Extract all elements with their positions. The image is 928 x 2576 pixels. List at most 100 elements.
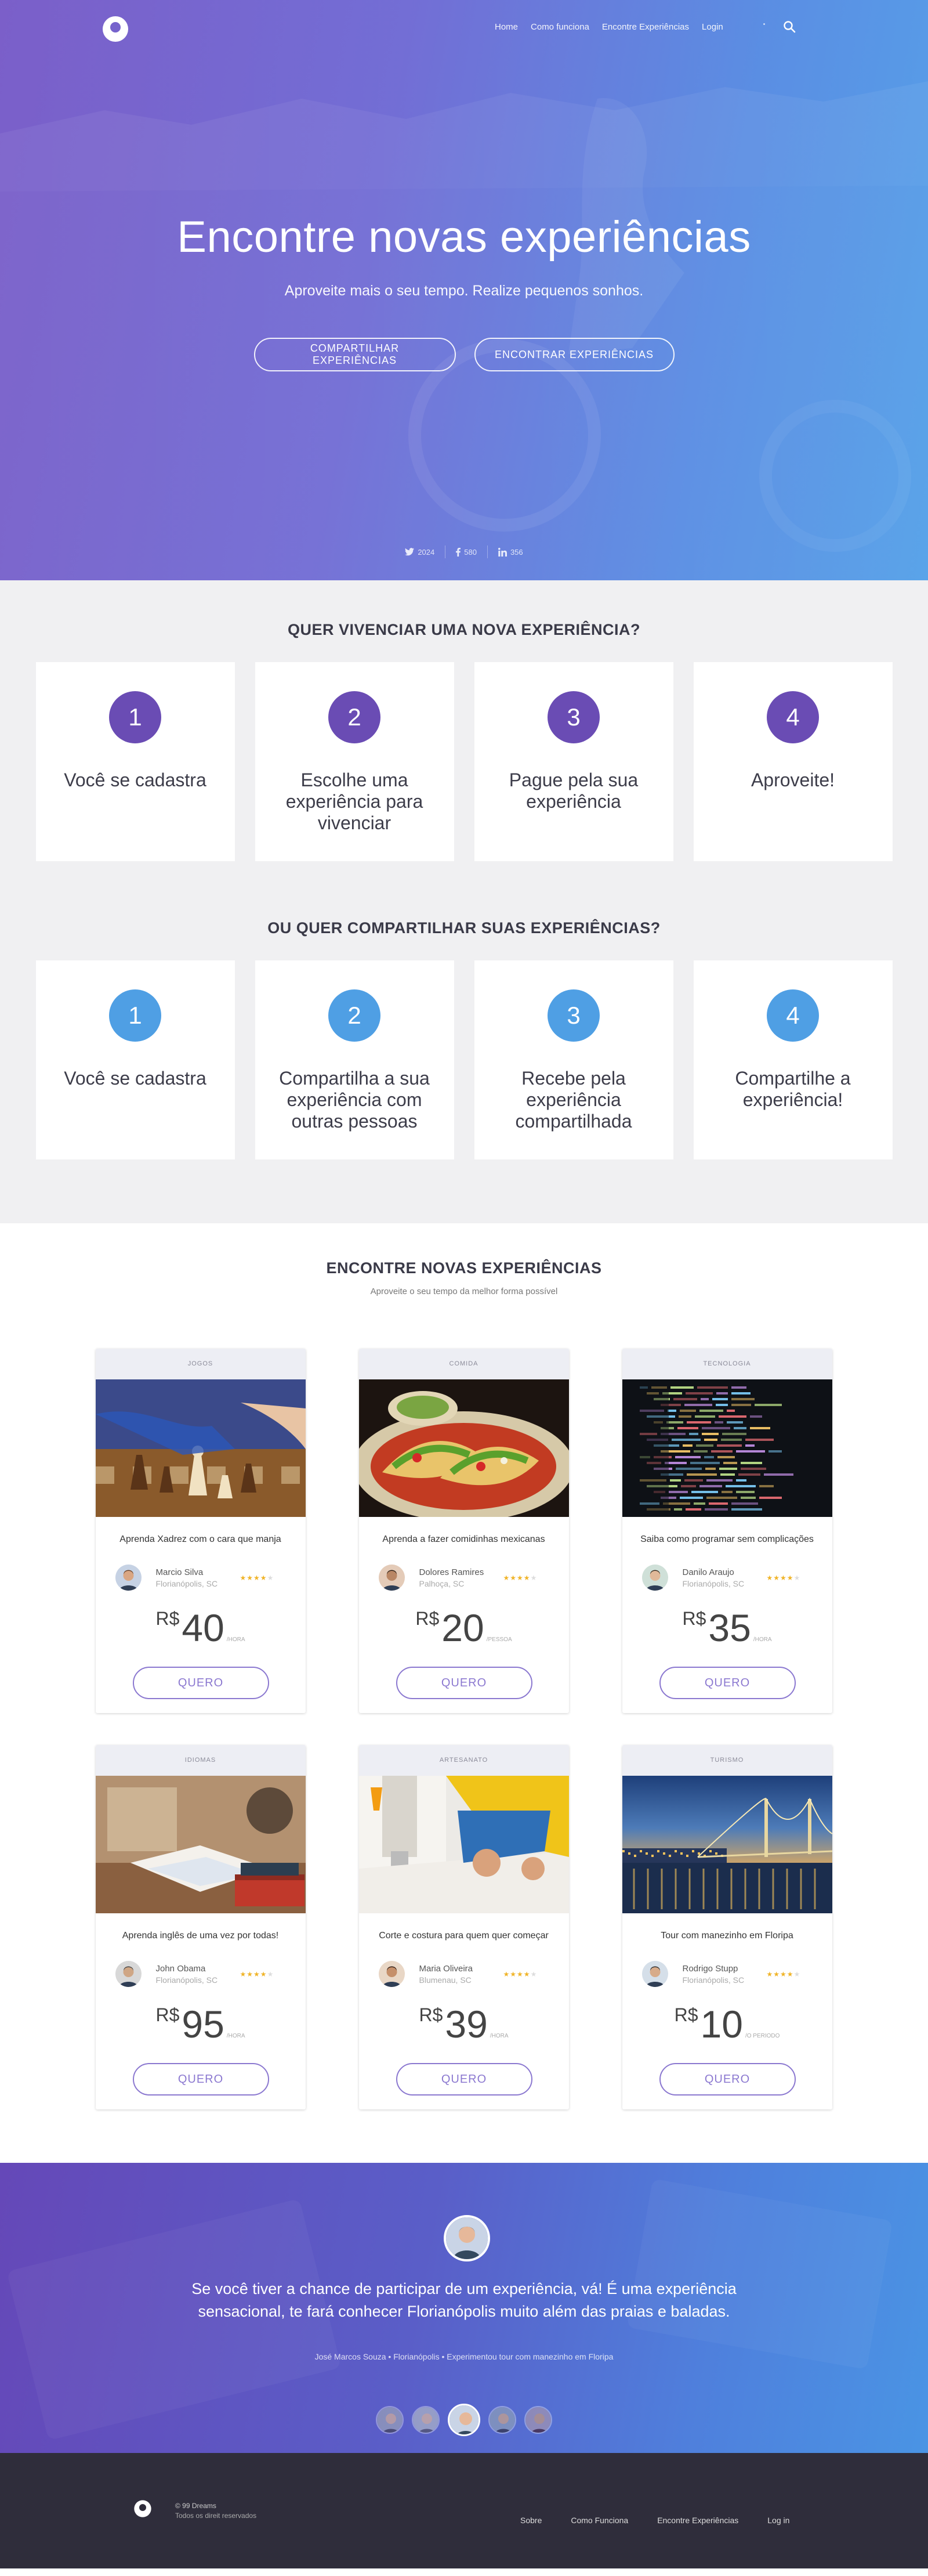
host-city: Palhoça, SC: [419, 1578, 465, 1588]
host-avatar[interactable]: [115, 1565, 142, 1591]
star-icon: ★: [793, 1970, 801, 1978]
experience-category: TURISMO: [622, 1745, 832, 1776]
want-button[interactable]: QUERO: [659, 2063, 796, 2096]
live-step-card: 1 Você se cadastra: [35, 662, 235, 861]
host-avatar[interactable]: [641, 1565, 668, 1591]
nav-home-link[interactable]: Home: [495, 22, 518, 32]
star-icon: ★: [517, 1970, 524, 1978]
testimonial-meta: José Marcos Souza • Florianópolis • Expe…: [314, 2352, 614, 2361]
host-avatar[interactable]: [378, 1565, 405, 1591]
want-button[interactable]: QUERO: [659, 1667, 796, 1699]
host-name[interactable]: Danilo Araujo: [683, 1567, 767, 1577]
share-step-card: 1 Você se cadastra: [35, 960, 235, 1159]
star-icon: ★: [510, 1573, 517, 1582]
experience-image[interactable]: [95, 1776, 306, 1913]
testimonial-avatar-option-active[interactable]: [448, 2404, 480, 2436]
experience-image[interactable]: [622, 1379, 832, 1517]
footer-link-find-experiences[interactable]: Encontre Experiências: [657, 2516, 738, 2525]
social-divider: [487, 545, 488, 558]
logo-icon[interactable]: [102, 15, 129, 43]
experience-card[interactable]: ARTESANATO Corte e costura para quem quer…: [358, 1745, 569, 2109]
experience-price: R$ 40/HORA: [96, 1607, 306, 1649]
footer-links: Sobre Como Funciona Encontre Experiência…: [520, 2516, 789, 2525]
price-currency: R$: [155, 1608, 180, 1629]
step-text: Você se cadastra: [64, 769, 206, 790]
experience-image[interactable]: [95, 1379, 306, 1517]
experience-image[interactable]: [622, 1776, 832, 1913]
find-experiences-button[interactable]: ENCONTRAR EXPERIÊNCIAS: [474, 338, 675, 371]
price-unit: /HORA: [226, 1636, 245, 1643]
price-unit: /HORA: [490, 2033, 509, 2039]
search-icon[interactable]: [783, 20, 796, 33]
live-steps: 1 Você se cadastra 2 Escolhe uma experiê…: [0, 662, 928, 861]
want-button[interactable]: QUERO: [132, 2063, 269, 2096]
testimonial-avatar-option[interactable]: [412, 2406, 440, 2434]
experience-name[interactable]: Aprenda inglês de uma vez por todas!: [96, 1931, 306, 1942]
experience-image[interactable]: [358, 1379, 569, 1517]
footer-logo-icon[interactable]: [133, 2499, 152, 2518]
host-name[interactable]: John Obama: [156, 1964, 240, 1974]
testimonial-avatar-option[interactable]: [524, 2406, 552, 2434]
host-name[interactable]: Rodrigo Stupp: [683, 1964, 767, 1974]
experience-category: JOGOS: [95, 1349, 306, 1379]
want-button[interactable]: QUERO: [396, 2063, 532, 2096]
host-name[interactable]: Maria Oliveira: [419, 1964, 503, 1974]
want-button[interactable]: QUERO: [132, 1667, 269, 1699]
testimonial-avatar-option[interactable]: [488, 2406, 516, 2434]
host-name[interactable]: Dolores Ramires: [419, 1567, 503, 1577]
experience-category: ARTESANATO: [358, 1745, 569, 1776]
rating-stars: ★★★★★: [503, 1970, 538, 1978]
experience-card[interactable]: JOGOS Aprenda Xadrez com o cara que manja…: [95, 1349, 306, 1713]
experience-card[interactable]: COMIDA Aprenda a fazer comidinhas mexican…: [358, 1349, 569, 1713]
host-city: Florianópolis, SC: [682, 1975, 745, 1985]
experience-name[interactable]: Tour com manezinho em Floripa: [622, 1931, 832, 1942]
twitter-counter[interactable]: 2024: [405, 548, 434, 557]
linkedin-count: 356: [510, 547, 523, 557]
experience-category: COMIDA: [358, 1349, 569, 1379]
want-button[interactable]: QUERO: [396, 1667, 532, 1699]
footer-link-about[interactable]: Sobre: [520, 2516, 542, 2525]
experience-card[interactable]: TECNOLOGIA Saiba como programar sem compl…: [622, 1349, 832, 1713]
experience-image[interactable]: [358, 1776, 569, 1913]
step-text: Recebe pela experiência compartilhada: [515, 1068, 632, 1132]
hero-subtitle: Aproveite mais o seu tempo. Realize pequ…: [284, 283, 644, 299]
host-avatar[interactable]: [378, 1961, 405, 1987]
nav-find-experiences-link[interactable]: Encontre Experiências: [602, 22, 689, 32]
experience-name[interactable]: Aprenda a fazer comidinhas mexicanas: [359, 1534, 569, 1546]
social-counters: 2024 580 356: [0, 545, 928, 558]
live-step-card: 2 Escolhe uma experiência para vivenciar: [255, 662, 454, 861]
top-nav: Home Como funciona Encontre Experiências…: [0, 0, 928, 58]
star-icon: ★: [253, 1573, 260, 1582]
linkedin-counter[interactable]: 356: [498, 547, 523, 557]
footer-link-how-it-works[interactable]: Como Funciona: [571, 2516, 628, 2525]
copyright: © 99 Dreams Todos os direit reservados: [175, 2501, 256, 2521]
footer-link-login[interactable]: Log in: [767, 2516, 789, 2525]
price-value: 35: [708, 1606, 751, 1649]
experience-name[interactable]: Saiba como programar sem complicações: [622, 1534, 832, 1546]
star-icon: ★: [766, 1573, 774, 1582]
price-unit: /O PERIODO: [745, 2033, 780, 2039]
copyright-text: © 99 Dreams: [175, 2502, 216, 2510]
experience-card[interactable]: TURISMO Tour com manezinho em Floripa Rodr…: [622, 1745, 832, 2109]
star-icon: ★: [503, 1970, 510, 1978]
experience-name[interactable]: Corte e costura para quem quer começar: [359, 1931, 569, 1942]
testimonial-avatar-option[interactable]: [376, 2406, 404, 2434]
experience-card[interactable]: IDIOMAS Aprenda inglês de uma vez por tod…: [95, 1745, 306, 2109]
experience-name[interactable]: Aprenda Xadrez com o cara que manja: [96, 1534, 306, 1546]
facebook-icon: [456, 547, 461, 557]
facebook-count: 580: [464, 547, 477, 557]
experience-price: R$ 95/HORA: [96, 2003, 306, 2045]
testimonial-avatar: [444, 2215, 490, 2261]
nav-how-it-works-link[interactable]: Como funciona: [531, 22, 589, 32]
host-avatar[interactable]: [641, 1961, 668, 1987]
twitter-icon: [405, 548, 415, 556]
star-icon: ★: [523, 1573, 531, 1582]
price-value: 10: [700, 2003, 743, 2046]
host-avatar[interactable]: [115, 1961, 142, 1987]
facebook-counter[interactable]: 580: [456, 547, 477, 557]
star-icon: ★: [260, 1970, 267, 1978]
star-icon: ★: [246, 1970, 254, 1978]
share-experiences-button[interactable]: COMPARTILHAR EXPERIÊNCIAS: [253, 338, 456, 371]
nav-login-link[interactable]: Login: [702, 22, 723, 32]
host-name[interactable]: Marcio Silva: [156, 1567, 240, 1577]
